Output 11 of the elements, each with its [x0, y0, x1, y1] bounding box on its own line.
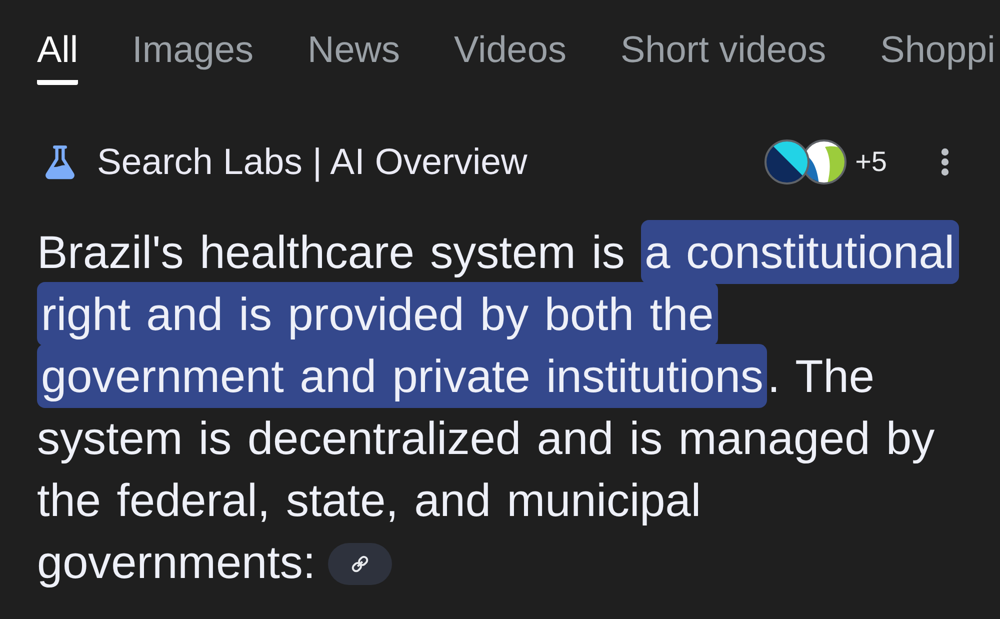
search-tab[interactable]: All: [37, 28, 78, 85]
search-tab[interactable]: Short videos: [620, 28, 826, 85]
search-tab[interactable]: News: [307, 28, 400, 85]
search-tab[interactable]: Shoppi: [880, 28, 996, 85]
source-link-button[interactable]: [328, 543, 392, 585]
search-tab[interactable]: Images: [132, 28, 254, 85]
link-icon: [350, 554, 370, 574]
search-tab[interactable]: Videos: [454, 28, 566, 85]
overview-title: Search Labs | AI Overview: [97, 141, 528, 183]
more-options-icon[interactable]: [941, 148, 949, 176]
sources-button[interactable]: +5: [764, 139, 887, 185]
